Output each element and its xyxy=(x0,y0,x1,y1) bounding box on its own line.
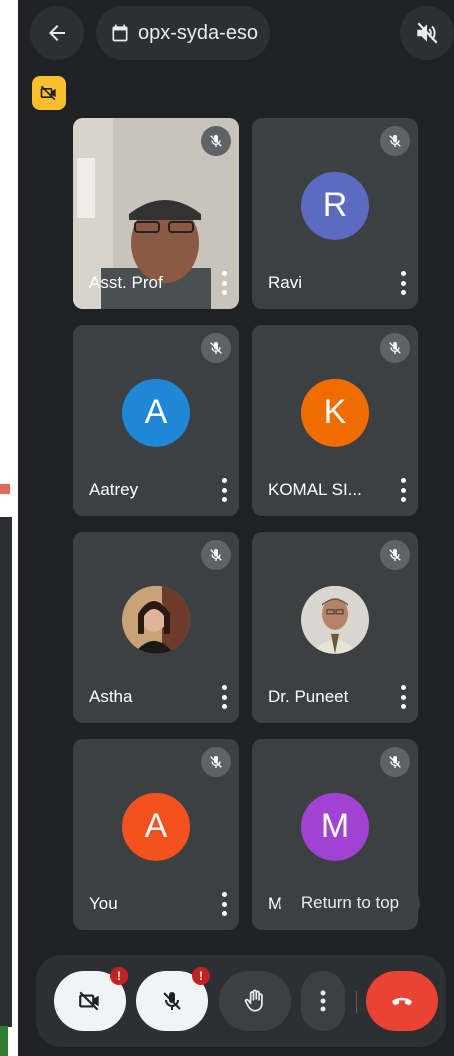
participant-photo-avatar xyxy=(301,585,369,654)
participant-tile[interactable]: Astha xyxy=(73,532,239,723)
camera-alert-badge: ! xyxy=(110,967,128,985)
top-bar: opx-syda-eso xyxy=(18,0,454,70)
no-video-icon xyxy=(40,85,56,101)
participant-avatar: K xyxy=(301,378,369,447)
meeting-code-pill[interactable]: opx-syda-eso xyxy=(96,6,270,60)
participant-name: KOMAL SI... xyxy=(268,480,362,499)
more-options-button[interactable] xyxy=(400,271,406,295)
more-options-button[interactable] xyxy=(221,271,227,295)
more-options-button[interactable] xyxy=(400,685,406,709)
controls-divider xyxy=(356,991,357,1013)
call-controls-bar: ! ! xyxy=(36,955,446,1047)
mic-off-icon xyxy=(201,747,231,777)
more-options-button[interactable] xyxy=(400,478,406,502)
mic-off-icon xyxy=(201,126,231,156)
mic-alert-badge: ! xyxy=(192,967,210,985)
participant-avatar: A xyxy=(122,792,190,861)
participant-name: Asst. Prof xyxy=(89,273,163,292)
participant-name: Astha xyxy=(89,687,133,706)
background-window-strip xyxy=(0,0,18,1056)
mic-off-icon xyxy=(380,333,410,363)
meet-call-screen: opx-syda-eso Asst. Prof R Ravi A Aatrey … xyxy=(18,0,454,1056)
participant-name: You xyxy=(89,894,118,913)
background-window-accent xyxy=(0,484,10,494)
back-button[interactable] xyxy=(30,6,84,60)
return-to-top-button[interactable]: Return to top xyxy=(280,882,420,924)
leave-call-button[interactable] xyxy=(366,971,438,1031)
camera-toggle-button[interactable]: ! xyxy=(54,967,128,1031)
participant-tile[interactable]: A Aatrey xyxy=(73,325,239,516)
background-window-panel xyxy=(0,517,12,1027)
mic-off-icon xyxy=(201,540,231,570)
participant-tile[interactable]: K KOMAL SI... xyxy=(252,325,418,516)
mic-off-icon xyxy=(163,992,181,1010)
background-window-accent-green xyxy=(0,1026,8,1056)
participant-photo-avatar xyxy=(122,585,190,654)
mic-toggle-button[interactable]: ! xyxy=(136,967,210,1031)
more-options-button[interactable] xyxy=(221,478,227,502)
participant-tile[interactable]: Dr. Puneet xyxy=(252,532,418,723)
participant-tile[interactable]: R Ravi xyxy=(252,118,418,309)
audio-output-button[interactable] xyxy=(400,6,454,60)
hand-icon xyxy=(244,989,263,1012)
participant-name: Aatrey xyxy=(89,480,139,499)
meeting-code: opx-syda-eso xyxy=(138,21,259,44)
participant-name: Ravi xyxy=(268,273,303,292)
video-off-icon xyxy=(79,991,99,1011)
participant-avatar: A xyxy=(122,378,190,447)
participant-name: Dr. Puneet xyxy=(268,687,349,706)
more-vert-icon xyxy=(320,990,326,1012)
mic-off-icon xyxy=(380,540,410,570)
camera-off-badge[interactable] xyxy=(32,76,66,110)
mic-off-icon xyxy=(380,747,410,777)
speaker-off-icon xyxy=(417,22,438,44)
participant-tile[interactable]: Asst. Prof xyxy=(73,118,239,309)
more-options-button[interactable] xyxy=(221,892,227,916)
calendar-icon xyxy=(112,24,128,42)
raise-hand-button[interactable] xyxy=(219,971,291,1031)
mic-off-icon xyxy=(201,333,231,363)
more-options-button[interactable] xyxy=(221,685,227,709)
arrow-back-icon xyxy=(49,25,65,41)
call-end-icon xyxy=(392,997,412,1006)
mic-off-icon xyxy=(380,126,410,156)
participant-avatar: M xyxy=(301,792,369,861)
participant-tile-self[interactable]: A You xyxy=(73,739,239,930)
more-options-button[interactable] xyxy=(301,971,345,1031)
participant-avatar: R xyxy=(301,171,369,240)
